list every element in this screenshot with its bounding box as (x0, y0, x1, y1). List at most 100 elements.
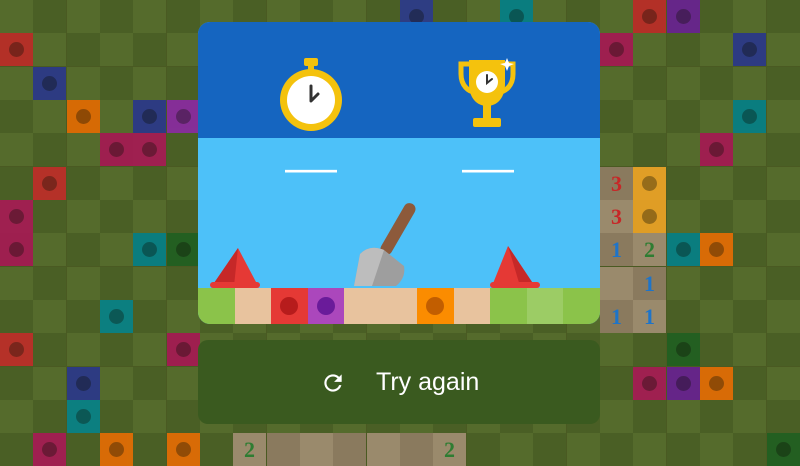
board-cell[interactable] (633, 33, 666, 66)
board-cell[interactable] (767, 200, 800, 233)
board-cell[interactable] (33, 0, 66, 33)
board-cell[interactable] (167, 200, 200, 233)
board-cell[interactable] (733, 167, 766, 200)
board-cell[interactable] (100, 100, 133, 133)
board-cell[interactable] (0, 167, 33, 200)
board-cell[interactable] (700, 100, 733, 133)
board-cell[interactable] (700, 0, 733, 33)
board-cell[interactable] (67, 267, 100, 300)
board-cell[interactable] (767, 400, 800, 433)
board-cell[interactable] (767, 33, 800, 66)
board-cell[interactable] (0, 0, 33, 33)
board-cell[interactable] (733, 233, 766, 266)
board-cell[interactable] (167, 67, 200, 100)
board-cell[interactable] (133, 67, 166, 100)
board-cell[interactable] (633, 100, 666, 133)
board-cell[interactable] (33, 33, 66, 66)
board-cell[interactable] (100, 167, 133, 200)
board-cell[interactable] (667, 300, 700, 333)
board-cell[interactable] (700, 267, 733, 300)
board-cell[interactable] (33, 200, 66, 233)
board-cell[interactable] (0, 100, 33, 133)
board-cell[interactable] (733, 67, 766, 100)
board-cell[interactable] (600, 400, 633, 433)
board-cell[interactable] (733, 300, 766, 333)
board-cell[interactable] (0, 267, 33, 300)
board-cell[interactable] (167, 0, 200, 33)
board-cell[interactable] (733, 367, 766, 400)
board-cell[interactable] (100, 400, 133, 433)
board-cell[interactable] (700, 400, 733, 433)
board-cell[interactable] (767, 133, 800, 166)
board-cell[interactable] (133, 300, 166, 333)
board-cell[interactable] (167, 300, 200, 333)
board-cell[interactable] (767, 67, 800, 100)
board-cell[interactable] (133, 33, 166, 66)
revealed-cell[interactable] (600, 267, 633, 300)
board-cell[interactable] (667, 200, 700, 233)
board-cell[interactable] (167, 167, 200, 200)
board-cell[interactable] (733, 133, 766, 166)
board-cell[interactable] (67, 167, 100, 200)
board-cell[interactable] (767, 167, 800, 200)
board-cell[interactable] (167, 367, 200, 400)
board-cell[interactable] (67, 200, 100, 233)
board-cell[interactable] (0, 133, 33, 166)
board-cell[interactable] (700, 333, 733, 366)
board-cell[interactable] (167, 267, 200, 300)
board-cell[interactable] (133, 367, 166, 400)
board-cell[interactable] (667, 100, 700, 133)
board-cell[interactable] (600, 67, 633, 100)
board-cell[interactable] (67, 0, 100, 33)
board-cell[interactable] (600, 333, 633, 366)
board-cell[interactable] (133, 400, 166, 433)
board-cell[interactable] (667, 167, 700, 200)
board-cell[interactable] (133, 200, 166, 233)
board-cell[interactable] (167, 133, 200, 166)
board-cell[interactable] (767, 333, 800, 366)
board-cell[interactable] (33, 300, 66, 333)
board-cell[interactable] (167, 33, 200, 66)
board-cell[interactable] (0, 400, 33, 433)
board-cell[interactable] (733, 400, 766, 433)
board-cell[interactable] (67, 333, 100, 366)
board-cell[interactable] (700, 200, 733, 233)
board-cell[interactable] (667, 133, 700, 166)
board-cell[interactable] (33, 100, 66, 133)
board-cell[interactable] (767, 0, 800, 33)
board-cell[interactable] (100, 367, 133, 400)
board-cell[interactable] (33, 333, 66, 366)
board-cell[interactable] (33, 400, 66, 433)
board-cell[interactable] (133, 333, 166, 366)
board-cell[interactable] (100, 333, 133, 366)
board-cell[interactable] (133, 0, 166, 33)
board-cell[interactable] (100, 267, 133, 300)
board-cell[interactable] (767, 233, 800, 266)
board-cell[interactable] (667, 33, 700, 66)
board-cell[interactable] (67, 133, 100, 166)
board-cell[interactable] (767, 300, 800, 333)
board-cell[interactable] (33, 267, 66, 300)
board-cell[interactable] (100, 233, 133, 266)
board-cell[interactable] (100, 200, 133, 233)
board-cell[interactable] (667, 400, 700, 433)
board-cell[interactable] (667, 267, 700, 300)
board-cell[interactable] (767, 100, 800, 133)
board-cell[interactable] (600, 367, 633, 400)
board-cell[interactable] (633, 400, 666, 433)
board-cell[interactable] (100, 33, 133, 66)
board-cell[interactable] (0, 367, 33, 400)
board-cell[interactable] (33, 367, 66, 400)
board-cell[interactable] (167, 400, 200, 433)
board-cell[interactable] (667, 67, 700, 100)
board-cell[interactable] (633, 333, 666, 366)
board-cell[interactable] (133, 167, 166, 200)
board-cell[interactable] (133, 267, 166, 300)
board-cell[interactable] (733, 267, 766, 300)
board-cell[interactable] (767, 267, 800, 300)
board-cell[interactable] (100, 0, 133, 33)
board-cell[interactable] (67, 67, 100, 100)
board-cell[interactable] (700, 67, 733, 100)
board-cell[interactable] (33, 133, 66, 166)
board-cell[interactable] (633, 67, 666, 100)
